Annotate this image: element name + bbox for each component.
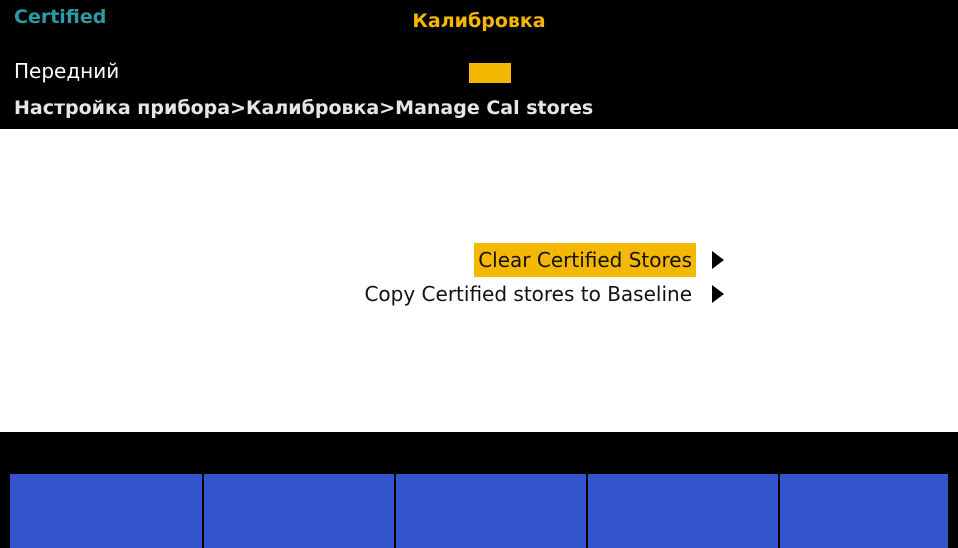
softkey-1[interactable] <box>10 474 202 548</box>
triangle-right-icon <box>712 250 724 269</box>
status-indicator <box>469 63 511 83</box>
mode-label: Передний <box>14 59 120 83</box>
triangle-right-icon <box>712 284 724 303</box>
menu-item-copy-certified-to-baseline[interactable]: Copy Certified stores to Baseline <box>204 277 724 311</box>
menu-item-label: Copy Certified stores to Baseline <box>364 282 692 306</box>
softkey-2[interactable] <box>204 474 394 548</box>
instrument-screen: Certified Калибровка Передний Настройка … <box>0 0 958 548</box>
softkey-bar <box>0 470 958 548</box>
softkey-3[interactable] <box>396 474 586 548</box>
breadcrumb: Настройка прибора>Калибровка>Manage Cal … <box>14 97 594 119</box>
softkey-5[interactable] <box>780 474 948 548</box>
menu-item-clear-certified-stores[interactable]: Clear Certified Stores <box>204 243 724 277</box>
header-panel: Передний Настройка прибора>Калибровка>Ma… <box>0 52 958 129</box>
screen-title: Калибровка <box>412 10 546 32</box>
softkey-4[interactable] <box>588 474 778 548</box>
menu-item-label: Clear Certified Stores <box>474 243 696 277</box>
softkey-label-strip <box>0 432 958 470</box>
top-status-bar: Certified Калибровка <box>0 0 958 52</box>
content-area: Clear Certified Stores Copy Certified st… <box>10 129 948 432</box>
cal-stores-menu: Clear Certified Stores Copy Certified st… <box>204 243 724 311</box>
